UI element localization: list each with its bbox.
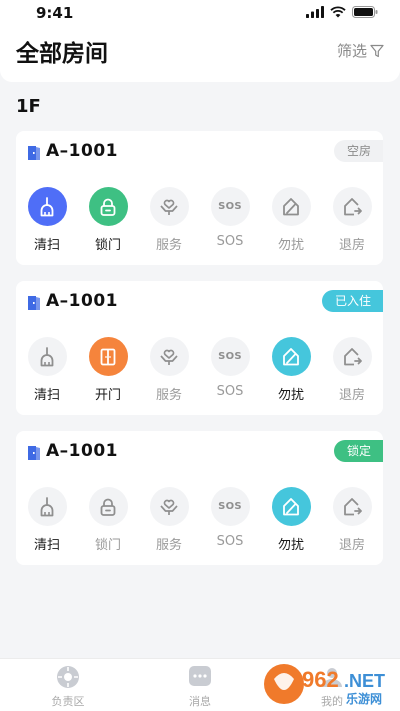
room-actions: 清扫 锁门 服务 SOS SOS 勿扰 退房 bbox=[16, 187, 383, 257]
action-label: 退房 bbox=[338, 388, 365, 403]
action-checkout-button[interactable]: 退房 bbox=[322, 187, 382, 253]
battery-icon bbox=[352, 6, 378, 18]
action-sos-button[interactable]: SOS SOS bbox=[200, 487, 260, 549]
service-icon bbox=[149, 337, 189, 376]
page-header: 全部房间 筛选 bbox=[0, 26, 400, 82]
service-icon bbox=[149, 487, 189, 526]
tab-area[interactable]: 负责区 bbox=[28, 665, 108, 709]
service-icon bbox=[149, 187, 189, 226]
action-checkout-button[interactable]: 退房 bbox=[322, 487, 382, 553]
tab-label: 消息 bbox=[189, 695, 211, 708]
action-label: 勿扰 bbox=[277, 388, 304, 403]
action-label: 退房 bbox=[338, 538, 365, 553]
tab-messages[interactable]: 消息 bbox=[160, 665, 240, 709]
action-do-not-disturb-button[interactable]: 勿扰 bbox=[261, 487, 321, 553]
open-door-icon bbox=[88, 337, 128, 376]
tab-label: 负责区 bbox=[51, 695, 85, 708]
room-name: A–1001 bbox=[46, 141, 118, 161]
action-label: 服务 bbox=[155, 388, 182, 403]
action-service-button[interactable]: 服务 bbox=[139, 337, 199, 403]
action-checkout-button[interactable]: 退房 bbox=[322, 337, 382, 403]
room-name: A–1001 bbox=[46, 291, 118, 311]
signal-icon bbox=[306, 6, 324, 18]
action-do-not-disturb-button[interactable]: 勿扰 bbox=[261, 337, 321, 403]
action-broom-button[interactable]: 清扫 bbox=[17, 487, 77, 553]
room-card[interactable]: A–1001 已入住清扫 开门 服务 SOS SOS 勿扰 退房 bbox=[16, 281, 383, 415]
status-time: 9:41 bbox=[36, 4, 74, 22]
action-label: 清扫 bbox=[33, 238, 60, 253]
action-lock-button[interactable]: 锁门 bbox=[78, 487, 138, 553]
action-label: 勿扰 bbox=[277, 538, 304, 553]
action-sos-button[interactable]: SOS SOS bbox=[200, 187, 260, 249]
status-icons bbox=[306, 6, 378, 18]
sos-icon: SOS bbox=[210, 487, 250, 526]
action-label: SOS bbox=[216, 384, 244, 399]
action-broom-button[interactable]: 清扫 bbox=[17, 337, 77, 403]
action-label: 退房 bbox=[338, 238, 365, 253]
action-label: 勿扰 bbox=[277, 238, 304, 253]
room-header: A–1001 已入住 bbox=[16, 281, 383, 319]
room-door-icon bbox=[28, 146, 40, 160]
page-title: 全部房间 bbox=[16, 41, 108, 67]
room-door-icon bbox=[28, 296, 40, 310]
action-open-door-button[interactable]: 开门 bbox=[78, 337, 138, 403]
action-service-button[interactable]: 服务 bbox=[139, 487, 199, 553]
action-label: 锁门 bbox=[94, 538, 121, 553]
svg-text:962: 962 bbox=[302, 667, 339, 692]
action-label: 服务 bbox=[155, 538, 182, 553]
room-door-icon bbox=[28, 446, 40, 460]
action-label: 清扫 bbox=[33, 538, 60, 553]
lock-icon bbox=[88, 487, 128, 526]
area-icon bbox=[57, 666, 79, 688]
filter-icon bbox=[370, 44, 384, 57]
room-name: A–1001 bbox=[46, 441, 118, 461]
room-actions: 清扫 锁门 服务 SOS SOS 勿扰 退房 bbox=[16, 487, 383, 557]
filter-label: 筛选 bbox=[336, 42, 367, 60]
room-card[interactable]: A–1001 空房清扫 锁门 服务 SOS SOS 勿扰 退房 bbox=[16, 131, 383, 265]
watermark-logo: 962 .NET 乐游网 bbox=[262, 661, 394, 707]
do-not-disturb-icon bbox=[271, 187, 311, 226]
room-header: A–1001 锁定 bbox=[16, 431, 383, 469]
status-badge: 锁定 bbox=[333, 440, 383, 462]
room-card[interactable]: A–1001 锁定清扫 锁门 服务 SOS SOS 勿扰 退房 bbox=[16, 431, 383, 565]
action-do-not-disturb-button[interactable]: 勿扰 bbox=[261, 187, 321, 253]
checkout-icon bbox=[332, 187, 372, 226]
do-not-disturb-icon bbox=[271, 487, 311, 526]
lock-icon bbox=[88, 187, 128, 226]
sos-icon: SOS bbox=[210, 337, 250, 376]
wifi-icon bbox=[330, 6, 346, 18]
sos-icon: SOS bbox=[210, 187, 250, 226]
status-badge: 已入住 bbox=[321, 290, 383, 312]
svg-text:.NET: .NET bbox=[344, 671, 385, 691]
filter-button[interactable]: 筛选 bbox=[337, 40, 384, 61]
message-icon bbox=[189, 666, 211, 686]
action-lock-button[interactable]: 锁门 bbox=[78, 187, 138, 253]
do-not-disturb-icon bbox=[271, 337, 311, 376]
action-label: 服务 bbox=[155, 238, 182, 253]
room-actions: 清扫 开门 服务 SOS SOS 勿扰 退房 bbox=[16, 337, 383, 407]
broom-icon bbox=[27, 337, 67, 376]
checkout-icon bbox=[332, 337, 372, 376]
status-badge: 空房 bbox=[333, 140, 383, 162]
svg-text:乐游网: 乐游网 bbox=[346, 691, 382, 706]
checkout-icon bbox=[332, 487, 372, 526]
floor-label: 1F bbox=[16, 96, 41, 117]
broom-icon bbox=[27, 487, 67, 526]
room-header: A–1001 空房 bbox=[16, 131, 383, 169]
action-label: SOS bbox=[216, 234, 244, 249]
status-bar: 9:41 bbox=[0, 0, 400, 26]
action-sos-button[interactable]: SOS SOS bbox=[200, 337, 260, 399]
action-broom-button[interactable]: 清扫 bbox=[17, 187, 77, 253]
action-label: SOS bbox=[216, 534, 244, 549]
action-service-button[interactable]: 服务 bbox=[139, 187, 199, 253]
action-label: 清扫 bbox=[33, 388, 60, 403]
action-label: 开门 bbox=[94, 388, 121, 403]
action-label: 锁门 bbox=[94, 238, 121, 253]
broom-icon bbox=[27, 187, 67, 226]
